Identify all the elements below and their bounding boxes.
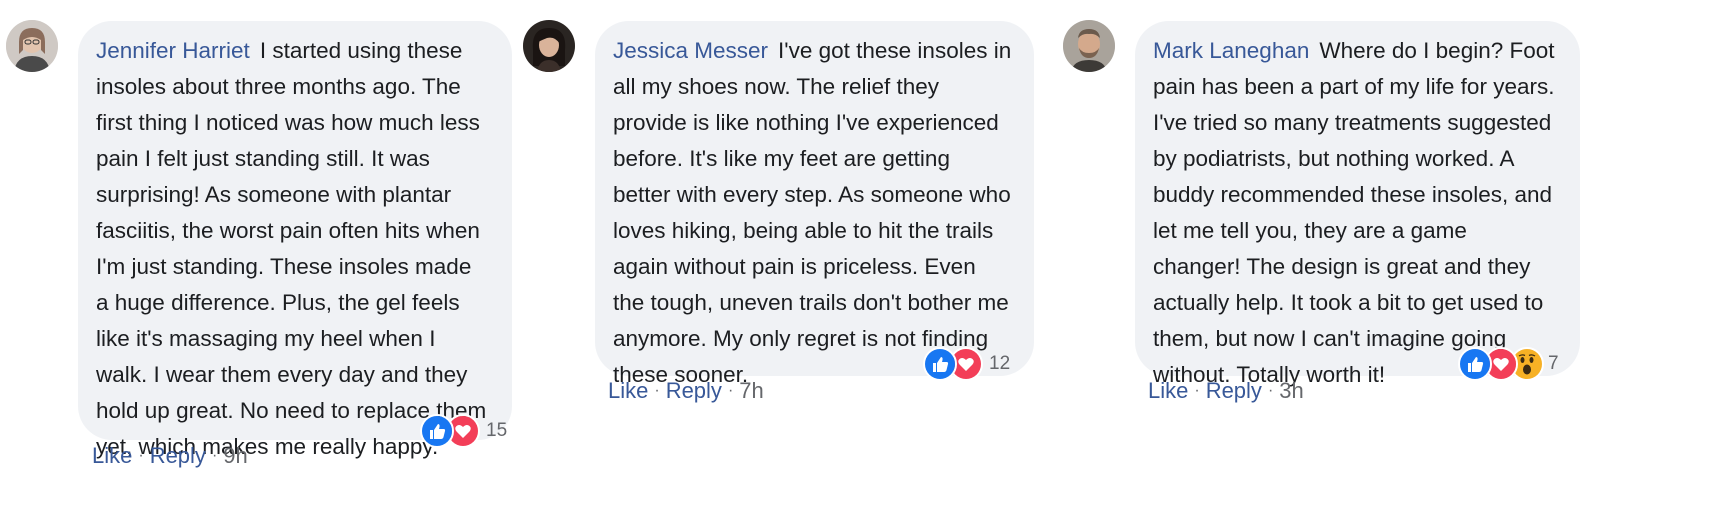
comment-bubble: Mark Laneghan Where do I begin? Foot pain… (1135, 21, 1580, 387)
like-link[interactable]: Like (92, 443, 132, 469)
reply-link[interactable]: Reply (1206, 378, 1262, 404)
reaction-summary[interactable]: 7 (1458, 347, 1559, 381)
reaction-count: 7 (1548, 353, 1559, 374)
separator-dot: · (1194, 382, 1200, 399)
comment: Mark Laneghan Where do I begin? Foot pain… (1063, 0, 1716, 521)
like-link[interactable]: Like (1148, 378, 1188, 404)
avatar[interactable] (523, 20, 575, 72)
timestamp[interactable]: 7h (739, 378, 763, 404)
avatar[interactable] (1063, 20, 1115, 72)
separator-dot: · (1267, 382, 1274, 399)
comment-actions: Like · Reply · 9h (92, 443, 248, 469)
reply-link[interactable]: Reply (150, 443, 206, 469)
separator-dot: · (211, 447, 218, 464)
comment-text: I started using these insoles about thre… (96, 38, 487, 459)
comment-text: Where do I begin? Foot pain has been a p… (1153, 38, 1555, 387)
comment-text: I've got these insoles in all my shoes n… (613, 38, 1012, 387)
timestamp[interactable]: 3h (1279, 378, 1303, 404)
reply-link[interactable]: Reply (666, 378, 722, 404)
separator-dot: · (654, 382, 660, 399)
reaction-count: 15 (486, 420, 508, 441)
author-name[interactable]: Mark Laneghan (1153, 38, 1309, 63)
author-name[interactable]: Jessica Messer (613, 38, 768, 63)
separator-dot: · (727, 382, 734, 399)
author-name[interactable]: Jennifer Harriet (96, 38, 250, 63)
like-icon (1458, 347, 1492, 381)
avatar-mark-image (1063, 20, 1115, 72)
avatar-jennifer-image (6, 20, 58, 72)
reaction-summary[interactable]: 15 (420, 414, 507, 448)
like-link[interactable]: Like (608, 378, 648, 404)
comment: Jessica Messer I've got these insoles in … (523, 0, 1034, 521)
comment-actions: Like · Reply · 7h (608, 378, 764, 404)
avatar[interactable] (6, 20, 58, 72)
reaction-summary[interactable]: 12 (923, 347, 1010, 381)
comment: Jennifer Harriet I started using these in… (6, 0, 512, 521)
separator-dot: · (138, 447, 144, 464)
timestamp[interactable]: 9h (223, 443, 247, 469)
reaction-count: 12 (989, 353, 1011, 374)
comment-bubble: Jennifer Harriet I started using these in… (78, 21, 512, 459)
avatar-jessica-image (523, 20, 575, 72)
like-icon (923, 347, 957, 381)
comment-actions: Like · Reply · 3h (1148, 378, 1304, 404)
comment-bubble: Jessica Messer I've got these insoles in … (595, 21, 1034, 387)
like-icon (420, 414, 454, 448)
